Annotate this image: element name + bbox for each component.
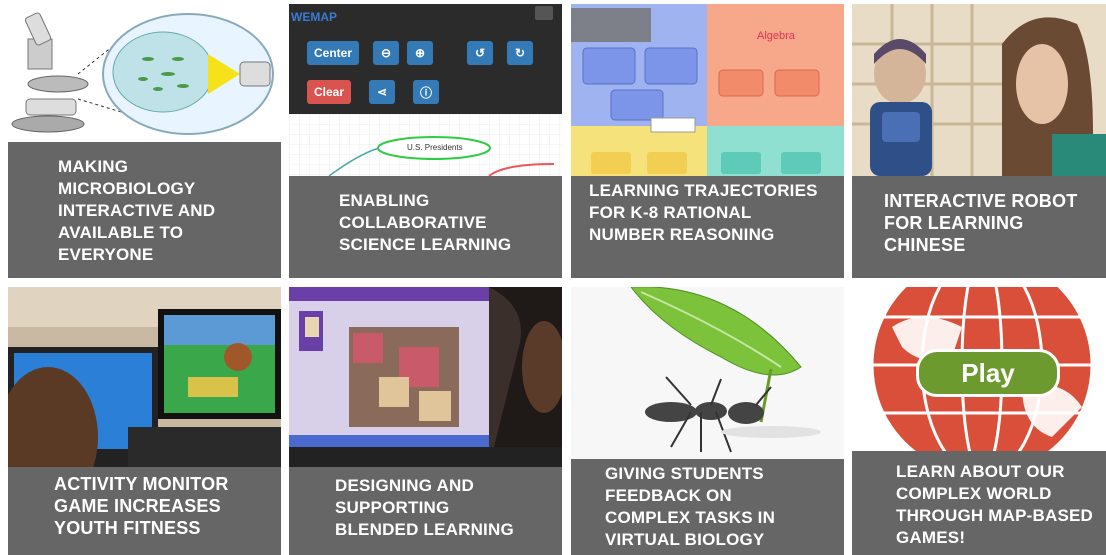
play-button[interactable]: Play — [916, 349, 1060, 397]
tile-title: ACTIVITY MONITOR GAME INCREASES YOUTH FI… — [54, 474, 229, 538]
tile-title: ENABLING COLLABORATIVE SCIENCE LEARNING — [339, 191, 512, 254]
share-icon[interactable]: ⋖ — [369, 80, 395, 104]
undo-icon[interactable]: ↺ — [467, 41, 493, 65]
activity-game-photo — [8, 287, 281, 467]
redo-icon[interactable]: ↻ — [507, 41, 533, 65]
tile-caption: GIVING STUDENTS FEEDBACK ON COMPLEX TASK… — [571, 459, 844, 555]
tile-caption: MAKING MICROBIOLOGY INTERACTIVE AND AVAI… — [8, 142, 281, 278]
tile-mapgames[interactable]: Play LEARN ABOUT OUR COMPLEX WORLD THROU… — [852, 287, 1106, 555]
tile-caption: ENABLING COLLABORATIVE SCIENCE LEARNING — [289, 176, 562, 278]
center-button[interactable]: Center — [307, 41, 359, 65]
microscope-image — [8, 4, 281, 142]
tile-caption: DESIGNING AND SUPPORTING BLENDED LEARNIN… — [289, 467, 562, 555]
tile-microbiology[interactable]: MAKING MICROBIOLOGY INTERACTIVE AND AVAI… — [8, 4, 281, 278]
concept-node-label: U.S. Presidents — [407, 143, 463, 152]
ant-leaf-photo — [571, 287, 844, 459]
robot-photo — [852, 4, 1106, 176]
section-label: Algebra — [757, 30, 795, 42]
tile-title: LEARN ABOUT OUR COMPLEX WORLD THROUGH MA… — [896, 462, 1094, 547]
tile-caption: INTERACTIVE ROBOT FOR LEARNING CHINESE — [852, 176, 1106, 278]
trajectories-map-image: Algebra — [571, 4, 844, 176]
zoom-out-icon[interactable]: ⊖ — [373, 41, 399, 65]
zoom-in-icon[interactable]: ⊕ — [407, 41, 433, 65]
tile-title: DESIGNING AND SUPPORTING BLENDED LEARNIN… — [335, 476, 514, 539]
tile-trajectories[interactable]: Algebra LEARNING TRAJECTORIES FOR K-8 RA… — [571, 4, 844, 278]
tile-caption: LEARN ABOUT OUR COMPLEX WORLD THROUGH MA… — [852, 451, 1106, 555]
tile-title: GIVING STUDENTS FEEDBACK ON COMPLEX TASK… — [605, 464, 776, 549]
globe-image: Play — [852, 287, 1106, 451]
tile-title: LEARNING TRAJECTORIES FOR K-8 RATIONAL N… — [589, 181, 818, 244]
blended-learning-photo — [289, 287, 562, 467]
tile-collaborative[interactable]: WEMAP Center ⊖ ⊕ ↺ ↻ Clear ⋖ ⓘ U.S. Pres… — [289, 4, 562, 278]
tile-title: INTERACTIVE ROBOT FOR LEARNING CHINESE — [884, 191, 1078, 255]
tile-title: MAKING MICROBIOLOGY INTERACTIVE AND AVAI… — [58, 157, 216, 264]
menu-icon[interactable] — [535, 6, 553, 20]
info-icon[interactable]: ⓘ — [413, 80, 439, 104]
tile-blended[interactable]: DESIGNING AND SUPPORTING BLENDED LEARNIN… — [289, 287, 562, 555]
tile-robot[interactable]: INTERACTIVE ROBOT FOR LEARNING CHINESE — [852, 4, 1106, 278]
wemap-screenshot: WEMAP Center ⊖ ⊕ ↺ ↻ Clear ⋖ ⓘ U.S. Pres… — [289, 4, 562, 176]
tile-biology[interactable]: GIVING STUDENTS FEEDBACK ON COMPLEX TASK… — [571, 287, 844, 555]
tile-activity[interactable]: ACTIVITY MONITOR GAME INCREASES YOUTH FI… — [8, 287, 281, 555]
clear-button[interactable]: Clear — [307, 80, 351, 104]
tile-caption: LEARNING TRAJECTORIES FOR K-8 RATIONAL N… — [571, 176, 844, 278]
wemap-logo: WEMAP — [291, 10, 337, 24]
tile-caption: ACTIVITY MONITOR GAME INCREASES YOUTH FI… — [8, 467, 281, 555]
